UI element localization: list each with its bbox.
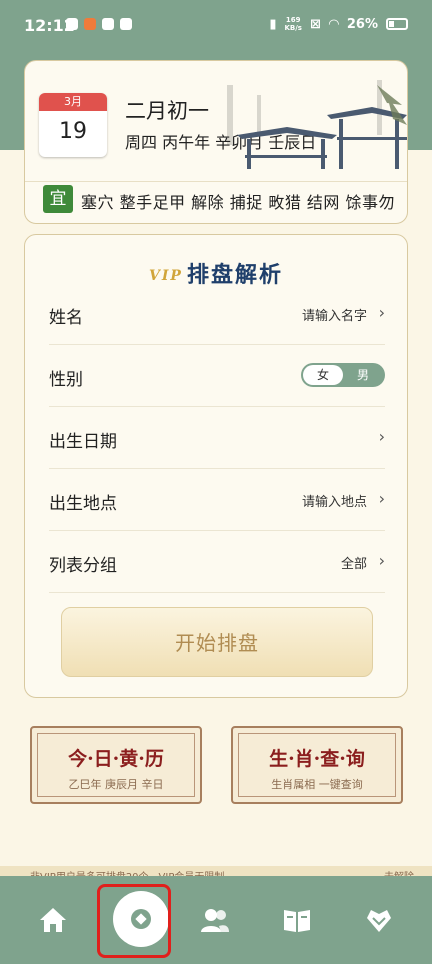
app-notification-icon <box>84 18 96 30</box>
birth-date-label: 出生日期 <box>49 432 117 452</box>
bottom-nav <box>0 876 432 964</box>
tile-subtitle: 乙巳年 庚辰月 辛日 <box>68 778 164 791</box>
calendar-month: 3月 <box>39 93 107 111</box>
notification-icon <box>66 18 78 30</box>
name-row[interactable]: 姓名 请输入名字 › <box>49 283 385 345</box>
battery-icon <box>386 18 408 30</box>
tiktok-icon <box>102 18 114 30</box>
group-label: 列表分组 <box>49 556 117 576</box>
home-icon[interactable] <box>37 904 69 936</box>
battery-percent: 26% <box>346 16 378 32</box>
gender-male-option[interactable]: 男 <box>345 365 381 385</box>
calendar-day: 19 <box>59 119 87 144</box>
chevron-right-icon: › <box>378 489 385 508</box>
book-icon[interactable] <box>281 904 313 936</box>
paipan-form-card: VIP 排盘解析 姓名 请输入名字 › 性别 女 男 出生日期 › 出生地点 请输… <box>24 234 408 698</box>
heart-icon[interactable] <box>363 904 395 936</box>
group-row[interactable]: 列表分组 全部 › <box>49 531 385 593</box>
no-sim-icon: ⊠ <box>309 16 321 32</box>
contacts-icon[interactable] <box>199 904 231 936</box>
tile-subtitle: 生肖属相 一键查询 <box>271 778 363 791</box>
birth-place-row[interactable]: 出生地点 请输入地点 › <box>49 469 385 531</box>
network-speed: 169 KB/s <box>284 16 302 32</box>
zodiac-query-tile[interactable]: 生·肖·查·询 生肖属相 一键查询 <box>231 726 403 804</box>
tile-title: 生·肖·查·询 <box>269 748 365 770</box>
status-right: ▮ 169 KB/s ⊠ ◠ 26% <box>269 16 408 32</box>
name-label: 姓名 <box>49 308 83 328</box>
today-almanac-tile[interactable]: 今·日·黄·历 乙巳年 庚辰月 辛日 <box>30 726 202 804</box>
chevron-right-icon: › <box>378 427 385 446</box>
lunar-date: 二月初一 <box>125 99 209 123</box>
gallery-icon <box>120 18 132 30</box>
birth-date-row[interactable]: 出生日期 › <box>49 407 385 469</box>
calendar-icon: 3月 19 <box>39 93 107 157</box>
start-paipan-button[interactable]: 开始排盘 <box>61 607 373 677</box>
birth-place-label: 出生地点 <box>49 494 117 514</box>
wifi-icon: ◠ <box>328 16 339 32</box>
vibrate-icon: ▮ <box>269 16 277 32</box>
group-value[interactable]: 全部 <box>341 553 367 572</box>
gender-label: 性别 <box>49 370 83 390</box>
name-input[interactable]: 请输入名字 <box>302 305 367 324</box>
gender-row: 性别 女 男 <box>49 345 385 407</box>
almanac-card[interactable]: 3月 19 二月初一 周四 丙午年 辛卯月 壬辰日 宜 塞穴 整手足甲 解除 捕… <box>24 60 408 224</box>
gender-toggle[interactable]: 女 男 <box>301 363 385 387</box>
pavilion-illustration <box>227 80 407 169</box>
selection-highlight <box>97 884 171 958</box>
status-bar: 12:12 ▮ 169 KB/s ⊠ ◠ 26% <box>0 0 432 52</box>
gender-female-option[interactable]: 女 <box>303 365 343 385</box>
yi-badge: 宜 <box>43 185 73 213</box>
chevron-right-icon: › <box>378 551 385 570</box>
birth-place-input[interactable]: 请输入地点 <box>302 491 367 510</box>
chevron-right-icon: › <box>378 303 385 322</box>
yi-activities: 塞穴 整手足甲 解除 捕捉 畋猎 结网 馀事勿 <box>81 193 396 212</box>
vip-icon: VIP <box>149 268 183 284</box>
tile-title: 今·日·黄·历 <box>68 748 164 770</box>
divider <box>25 181 407 182</box>
